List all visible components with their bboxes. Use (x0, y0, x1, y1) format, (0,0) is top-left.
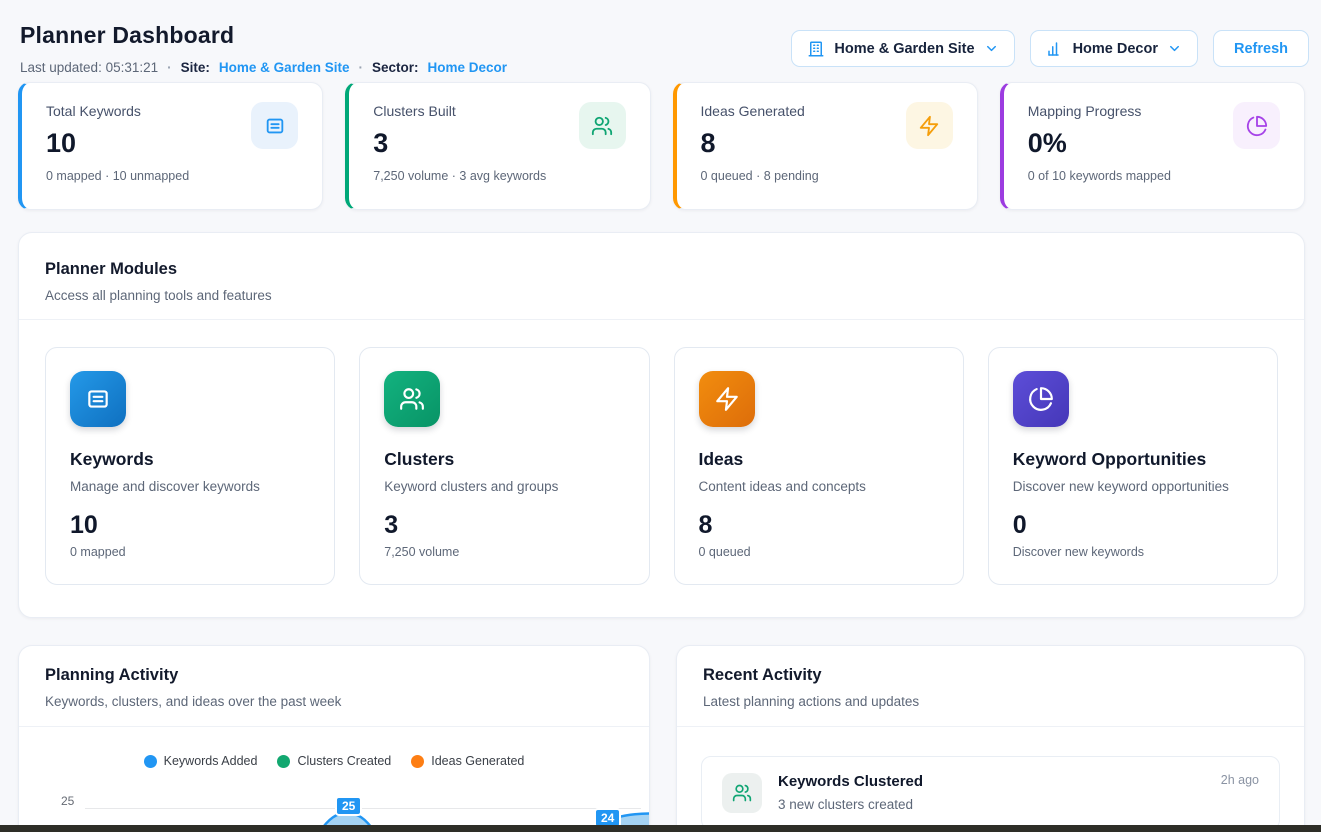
page-title: Planner Dashboard (20, 22, 507, 49)
module-card-keyword-opportunities[interactable]: Keyword Opportunities Discover new keywo… (988, 347, 1278, 585)
module-title: Keywords (70, 449, 310, 470)
module-card-clusters[interactable]: Clusters Keyword clusters and groups 3 7… (359, 347, 649, 585)
module-subtext: 0 queued (699, 545, 939, 559)
refresh-label: Refresh (1234, 41, 1288, 57)
legend-item-keywords-added: Keywords Added (144, 754, 258, 768)
module-description: Manage and discover keywords (70, 479, 310, 494)
recent-activity-section: Recent Activity Latest planning actions … (676, 645, 1305, 832)
module-description: Discover new keyword opportunities (1013, 479, 1253, 494)
module-value: 10 (70, 511, 310, 540)
module-card-ideas[interactable]: Ideas Content ideas and concepts 8 0 que… (674, 347, 964, 585)
sector-selector-label: Home Decor (1073, 41, 1158, 57)
site-selector-label: Home & Garden Site (834, 41, 974, 57)
users-icon (579, 102, 626, 149)
sector-label: Sector: (372, 60, 419, 75)
module-title: Ideas (699, 449, 939, 470)
legend-dot (144, 755, 157, 768)
chevron-down-icon (1167, 41, 1182, 56)
bar-chart-icon (1046, 40, 1064, 58)
module-title: Keyword Opportunities (1013, 449, 1253, 470)
legend-item-clusters-created: Clusters Created (277, 754, 391, 768)
last-updated-time: 05:31:21 (106, 60, 159, 75)
planning-activity-header: Planning Activity Keywords, clusters, an… (19, 646, 649, 709)
module-subtext: 7,250 volume (384, 545, 624, 559)
stat-subtext: 0 of 10 keywords mapped (1028, 169, 1280, 183)
activity-description: 3 new clusters created (778, 797, 1259, 812)
planning-activity-section: Planning Activity Keywords, clusters, an… (18, 645, 650, 832)
header-toolbar: Home & Garden Site Home Decor Refresh (791, 30, 1309, 67)
module-title: Clusters (384, 449, 624, 470)
stat-subtext: 7,250 volume · 3 avg keywords (373, 169, 625, 183)
planner-modules-header: Planner Modules Access all planning tool… (19, 233, 1304, 303)
section-title: Recent Activity (703, 666, 1278, 685)
meta-separator: · (358, 60, 363, 75)
sector-link[interactable]: Home Decor (427, 60, 507, 75)
chevron-down-icon (984, 41, 999, 56)
stat-subtext: 0 queued · 8 pending (701, 169, 953, 183)
legend-dot (411, 755, 424, 768)
stat-subtext: 0 mapped · 10 unmapped (46, 169, 298, 183)
module-value: 3 (384, 511, 624, 540)
bottom-edge-bar (0, 825, 1321, 832)
refresh-button[interactable]: Refresh (1213, 30, 1309, 67)
page-header: Planner Dashboard Last updated: 05:31:21… (20, 22, 507, 75)
modules-grid: Keywords Manage and discover keywords 10… (19, 320, 1304, 612)
section-subtitle: Keywords, clusters, and ideas over the p… (45, 694, 623, 709)
pie-chart-icon (1233, 102, 1280, 149)
activity-item-body: Keywords Clustered 2h ago 3 new clusters… (778, 773, 1259, 813)
zap-icon (906, 102, 953, 149)
activity-chart: Keywords Added Clusters Created Ideas Ge… (19, 727, 649, 828)
zap-icon (699, 371, 755, 427)
module-value: 8 (699, 511, 939, 540)
legend-dot (277, 755, 290, 768)
stat-cards-row: Total Keywords 10 0 mapped · 10 unmapped… (18, 82, 1305, 210)
activity-timestamp: 2h ago (1221, 773, 1259, 787)
recent-activity-header: Recent Activity Latest planning actions … (677, 646, 1304, 709)
page-meta: Last updated: 05:31:21 · Site: Home & Ga… (20, 60, 507, 75)
last-updated-label: Last updated: 05:31:21 (20, 60, 158, 75)
site-selector-dropdown[interactable]: Home & Garden Site (791, 30, 1014, 67)
stat-card-mapping-progress: Mapping Progress 0% 0 of 10 keywords map… (1000, 82, 1305, 210)
pie-chart-icon (1013, 371, 1069, 427)
sector-selector-dropdown[interactable]: Home Decor (1030, 30, 1198, 67)
activity-title: Keywords Clustered (778, 773, 923, 790)
stat-card-ideas-generated: Ideas Generated 8 0 queued · 8 pending (673, 82, 978, 210)
section-title: Planning Activity (45, 666, 623, 685)
stat-card-total-keywords: Total Keywords 10 0 mapped · 10 unmapped (18, 82, 323, 210)
section-subtitle: Latest planning actions and updates (703, 694, 1278, 709)
document-icon (251, 102, 298, 149)
section-title: Planner Modules (45, 260, 1278, 279)
divider (677, 726, 1304, 727)
stat-card-clusters-built: Clusters Built 3 7,250 volume · 3 avg ke… (345, 82, 650, 210)
document-icon (70, 371, 126, 427)
planner-dashboard-page: Planner Dashboard Last updated: 05:31:21… (0, 0, 1321, 832)
legend-label: Ideas Generated (431, 754, 524, 768)
site-label: Site: (181, 60, 210, 75)
module-subtext: 0 mapped (70, 545, 310, 559)
section-subtitle: Access all planning tools and features (45, 288, 1278, 303)
users-icon (384, 371, 440, 427)
legend-label: Clusters Created (297, 754, 391, 768)
legend-item-ideas-generated: Ideas Generated (411, 754, 524, 768)
users-icon (722, 773, 762, 813)
module-card-keywords[interactable]: Keywords Manage and discover keywords 10… (45, 347, 335, 585)
module-subtext: Discover new keywords (1013, 545, 1253, 559)
legend-label: Keywords Added (164, 754, 258, 768)
module-value: 0 (1013, 511, 1253, 540)
meta-separator: · (167, 60, 172, 75)
building-icon (807, 40, 825, 58)
site-link[interactable]: Home & Garden Site (219, 60, 350, 75)
data-point-label: 25 (335, 796, 362, 816)
planner-modules-section: Planner Modules Access all planning tool… (18, 232, 1305, 618)
chart-legend: Keywords Added Clusters Created Ideas Ge… (19, 727, 649, 768)
module-description: Content ideas and concepts (699, 479, 939, 494)
module-description: Keyword clusters and groups (384, 479, 624, 494)
activity-item-keywords-clustered[interactable]: Keywords Clustered 2h ago 3 new clusters… (701, 756, 1280, 830)
